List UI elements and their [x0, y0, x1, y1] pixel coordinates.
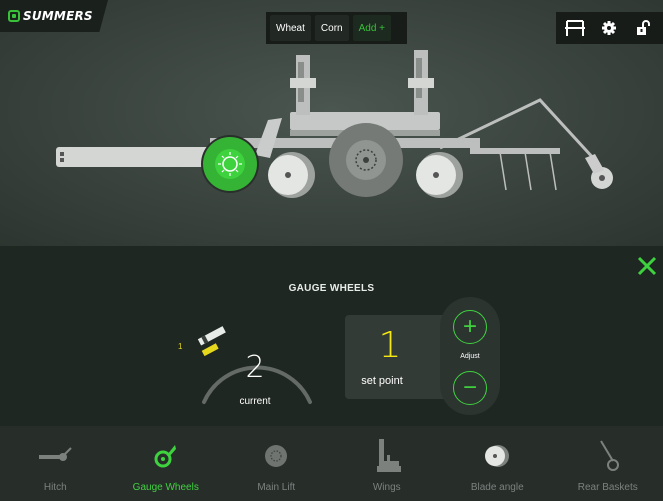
crop-selector: Wheat Corn Add + — [266, 12, 407, 44]
crop-corn-button[interactable]: Corn — [314, 15, 349, 41]
nav-item-blade-angle[interactable]: Blade angle — [442, 426, 553, 501]
nav-item-main-lift[interactable]: Main Lift — [221, 426, 332, 501]
nav-label-rear-baskets: Rear Baskets — [577, 482, 638, 493]
crop-wheat-button[interactable]: Wheat — [270, 15, 311, 41]
gauge-wheel-icon — [154, 445, 176, 468]
decrease-button[interactable]: − — [453, 371, 487, 405]
current-label: current — [239, 396, 271, 407]
blade-angle-icon — [485, 445, 510, 467]
nav-label-wings: Wings — [372, 482, 401, 493]
hitch-bar — [56, 147, 216, 167]
add-crop-button[interactable]: Add + — [352, 15, 392, 41]
tractor-hitch-icon — [565, 20, 585, 36]
set-point-label: set point — [361, 375, 403, 387]
rear-baskets-icon — [599, 440, 619, 471]
panel-title: GAUGE WHEELS — [288, 283, 375, 294]
close-icon[interactable] — [635, 254, 659, 278]
wings-icon — [376, 439, 401, 472]
summers-logo-icon — [8, 10, 20, 22]
main-lift-icon — [265, 445, 288, 467]
nav-item-hitch[interactable]: Hitch — [0, 426, 111, 501]
lock-button[interactable] — [628, 14, 658, 42]
nav-item-gauge-wheels[interactable]: Gauge Wheels — [111, 426, 222, 501]
set-point-value: 1 — [378, 325, 402, 366]
set-point-card: 1 set point — [345, 315, 445, 399]
nav-label-hitch: Hitch — [43, 482, 67, 493]
adjust-label: Adjust — [460, 353, 480, 360]
summers-logo: SUMMERS — [0, 0, 108, 32]
bottom-nav: Hitch Gauge Wheels Main Lift Wings Blade… — [0, 426, 663, 501]
nav-item-rear-baskets[interactable]: Rear Baskets — [553, 426, 663, 501]
nav-label-gauge-wheels: Gauge Wheels — [132, 482, 199, 493]
nav-item-wings[interactable]: Wings — [332, 426, 443, 501]
increase-button[interactable]: + — [453, 310, 487, 344]
gear-icon — [602, 21, 616, 35]
brand-name: SUMMERS — [23, 9, 93, 23]
unlock-icon — [637, 20, 650, 35]
current-value: 2 — [245, 350, 265, 385]
hitch-view-button[interactable] — [560, 14, 590, 42]
adjust-control: + Adjust − — [440, 297, 500, 415]
control-panel: GAUGE WHEELS 1 2 current — [0, 246, 663, 426]
nav-label-main-lift: Main Lift — [257, 482, 296, 493]
nav-label-blade-angle: Blade angle — [470, 482, 524, 493]
settings-button[interactable] — [594, 14, 624, 42]
hitch-icon — [39, 447, 72, 461]
top-right-toolbar — [556, 12, 663, 44]
implement-view: SUMMERS Wheat Corn Add + — [0, 0, 663, 246]
gauge-min-label: 1 — [178, 342, 183, 351]
